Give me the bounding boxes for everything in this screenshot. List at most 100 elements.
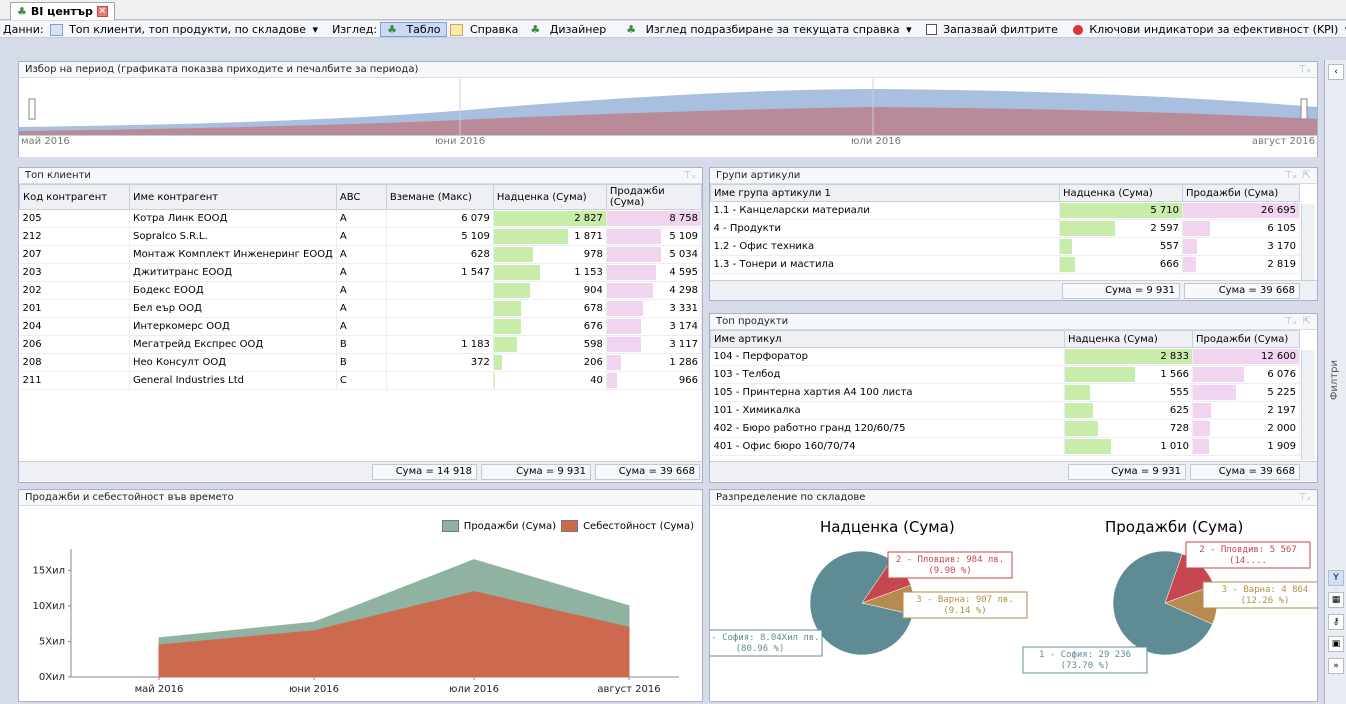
table-cell: 4 - Продукти (710, 219, 1060, 238)
table-cell: 104 - Перфоратор (710, 347, 1065, 366)
table-cell: A (336, 317, 387, 336)
table-cell (386, 299, 494, 318)
tab-bi-center[interactable]: ♣ BI център × (10, 2, 115, 20)
table-cell: 6 076 (1192, 365, 1300, 384)
markup-bar (493, 355, 502, 370)
table-row[interactable]: 103 - Телбод 1 566 6 076 (710, 365, 1300, 384)
cell-value: 1.3 - Тонери и мастила (713, 259, 835, 270)
table-cell: 676 (493, 317, 607, 336)
table-row[interactable]: 202 Бодекс ЕООД A 904 4 298 (19, 281, 703, 300)
table-row[interactable]: 401 - Офис бюро 160/70/74 1 010 1 909 (710, 437, 1300, 456)
table-row[interactable]: 204 Интеркомерс ООД A 676 3 174 (19, 317, 703, 336)
clear-filter-icon[interactable]: ⊤ₓ (1284, 316, 1297, 327)
table-row[interactable]: 402 - Бюро работно гранд 120/60/75 728 2 0… (710, 419, 1300, 438)
pie-label-text: 3 - Варна: 907 лв. (916, 595, 1014, 605)
filters-label[interactable]: Филтри (1329, 360, 1340, 400)
dashboard-view-button[interactable]: ♣ Табло (380, 21, 448, 37)
table-row[interactable]: 207 Монтаж Комплект Инженеринг ЕООД A 628 97… (19, 245, 703, 264)
clear-filter-icon[interactable]: ⊤ₓ (1298, 64, 1311, 75)
cell-value: A (339, 285, 347, 296)
top-clients-table: Код контрагент Име контрагент ABC Вземан… (19, 184, 703, 390)
pie-label-text: 3 - Варна: 4 864 (1222, 585, 1309, 595)
designer-view-button[interactable]: ♣ Дизайнер (524, 23, 612, 36)
default-view-dropdown[interactable]: ♣ Изглед подразбиране за текущата справк… (620, 23, 914, 36)
col-name[interactable]: Име контрагент (129, 184, 337, 210)
clear-filter-icon[interactable]: ⊤ₓ (1284, 170, 1297, 181)
clear-filter-icon[interactable]: ⊤ₓ (1298, 492, 1311, 503)
sidebar-tool-4-icon[interactable]: ▣ (1328, 636, 1344, 652)
cell-value: 625 (1169, 405, 1189, 416)
table-row[interactable]: 205 Котра Линк ЕООД A 6 079 2 827 8 758 (19, 209, 703, 228)
col-product-markup[interactable]: Надценка (Сума) (1064, 330, 1193, 348)
col-receivable[interactable]: Вземане (Макс) (385, 184, 494, 210)
sales-bar (1193, 403, 1212, 418)
kpi-dropdown[interactable]: Ключови индикатори за ефективност (KPI) … (1070, 23, 1346, 36)
col-product-name[interactable]: Име артикул (710, 330, 1065, 348)
table-row[interactable]: 211 General Industries Ltd C 40 966 (19, 371, 703, 390)
table-cell: 3 331 (606, 299, 703, 318)
groups-scrollbar[interactable] (1301, 204, 1315, 280)
table-cell: C (336, 371, 387, 390)
cell-value: 1 286 (669, 357, 698, 368)
sales-bar (1193, 367, 1244, 382)
table-row[interactable]: 105 - Принтерна хартия А4 100 листа 555 5 … (710, 383, 1300, 402)
sidebar-tool-3-icon[interactable]: ⚷ (1328, 614, 1344, 630)
close-icon[interactable]: × (96, 6, 108, 17)
cell-value: 1 566 (1160, 369, 1189, 380)
table-row[interactable]: 201 Бел еър ООД A 678 3 331 (19, 299, 703, 318)
pie-label-pct: (73.70 %) (1061, 661, 1110, 671)
toolbar: Данни: Топ клиенти, топ продукти, по скл… (0, 21, 1346, 38)
sales-bar (1193, 421, 1210, 436)
table-row[interactable]: 104 - Перфоратор 2 833 12 600 (710, 347, 1300, 366)
collapse-sidebar-button[interactable]: ‹ (1328, 64, 1344, 80)
drill-up-icon[interactable]: ⇱ (1303, 316, 1311, 327)
table-row[interactable]: 101 - Химикалка 625 2 197 (710, 401, 1300, 420)
cell-value: 676 (583, 321, 603, 332)
col-sales[interactable]: Продажби (Сума) (605, 184, 703, 210)
table-cell: 8 758 (606, 209, 703, 228)
range-handle-right (1300, 98, 1308, 120)
table-row[interactable]: 203 Джититранс ЕООД A 1 547 1 153 4 595 (19, 263, 703, 282)
table-cell: 212 (19, 227, 130, 246)
table-cell: A (336, 263, 387, 282)
report-view-button[interactable]: Справка (447, 23, 524, 36)
table-row[interactable]: 212 Sopralco S.R.L. A 5 109 1 871 5 109 (19, 227, 703, 246)
sidebar-more-icon[interactable]: » (1328, 658, 1344, 674)
cell-value: 6 079 (461, 213, 490, 224)
col-abc[interactable]: ABC (335, 184, 387, 210)
col-code[interactable]: Код контрагент (19, 184, 130, 210)
x-tick-label: юли 2016 (449, 684, 499, 695)
table-cell: 728 (1064, 419, 1193, 438)
col-group-markup[interactable]: Надценка (Сума) (1059, 184, 1183, 202)
dashboard-icon: ♣ (387, 22, 397, 36)
save-filters-toggle[interactable]: Запазвай филтрите (923, 23, 1064, 36)
cell-value: Мегатрейд Експрес ООД (133, 339, 264, 350)
table-cell: 203 (19, 263, 130, 282)
col-markup[interactable]: Надценка (Сума) (492, 184, 607, 210)
table-row[interactable]: 4 - Продукти 2 597 6 105 (710, 219, 1300, 238)
table-row[interactable]: 1.1 - Канцеларски материали 5 710 26 695 (710, 201, 1300, 220)
cell-value: 101 - Химикалка (713, 405, 801, 416)
drill-up-icon[interactable]: ⇱ (1303, 170, 1311, 181)
table-row[interactable]: 1.3 - Тонери и мастила 666 2 819 (710, 255, 1300, 274)
data-source-dropdown[interactable]: Топ клиенти, топ продукти, по складове ▾ (47, 23, 322, 36)
cell-value: 2 597 (1150, 223, 1179, 234)
col-group-sales[interactable]: Продажби (Сума) (1182, 184, 1300, 202)
cell-value: 4 595 (669, 267, 698, 278)
col-group-name[interactable]: Име група артикули 1 (710, 184, 1060, 202)
sidebar-tool-2-icon[interactable]: ▦ (1328, 592, 1344, 608)
cell-value: 904 (583, 285, 603, 296)
period-range-chart[interactable] (19, 79, 1317, 157)
table-row[interactable]: 206 Мегатрейд Експрес ООД B 1 183 598 3 117 (19, 335, 703, 354)
cell-value: A (339, 321, 347, 332)
sales-bar (1183, 239, 1197, 254)
clear-filter-icon[interactable]: ⊤ₓ (683, 170, 696, 181)
table-row[interactable]: 1.2 - Офис техника 557 3 170 (710, 237, 1300, 256)
cell-value: 6 105 (1267, 223, 1296, 234)
table-cell: 5 225 (1192, 383, 1300, 402)
col-product-sales[interactable]: Продажби (Сума) (1192, 330, 1300, 348)
products-scrollbar[interactable] (1301, 350, 1315, 460)
table-row[interactable]: 208 Нео Консулт ООД B 372 206 1 286 (19, 353, 703, 372)
sidebar-tool-1-icon[interactable]: Y (1328, 570, 1344, 586)
checkbox-icon[interactable] (925, 24, 937, 35)
